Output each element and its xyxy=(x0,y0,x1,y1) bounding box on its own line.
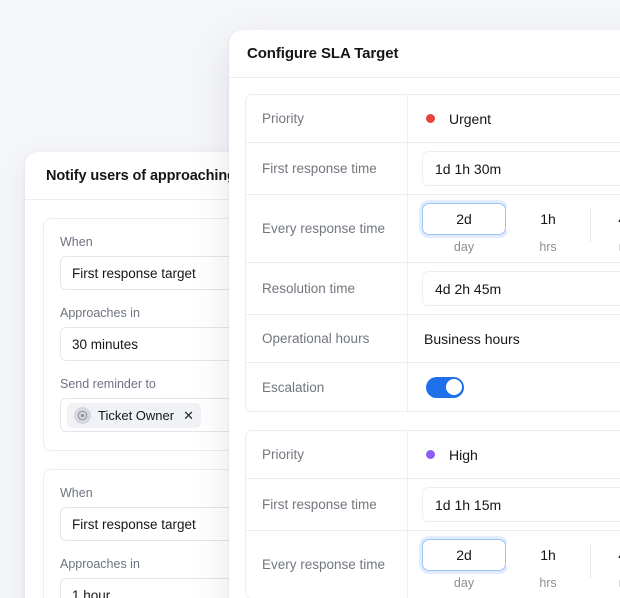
duration-mins-input[interactable]: 45m xyxy=(590,539,620,571)
duration-hours-unit: hrs xyxy=(539,576,557,590)
duration-stepper: 2d day 1h hrs 45m mins xyxy=(422,203,620,254)
sla-card-title: Configure SLA Target xyxy=(247,45,399,62)
when-field: When First response target xyxy=(60,486,240,541)
duration-days-input[interactable]: 2d xyxy=(422,539,506,571)
duration-stepper-hours[interactable]: 1h hrs xyxy=(506,203,590,254)
first-response-time-value-cell: 1d 1h 30m xyxy=(408,143,620,194)
when-label: When xyxy=(60,235,93,249)
priority-value: High xyxy=(449,446,478,463)
sla-row-first-response-time: First response time 1d 1h 30m xyxy=(246,143,620,195)
duration-days-input[interactable]: 2d xyxy=(422,203,506,235)
priority-value-cell[interactable]: Urgent xyxy=(408,95,620,142)
operational-hours-value: Business hours xyxy=(424,330,520,347)
duration-stepper-days[interactable]: 2d day xyxy=(422,203,506,254)
duration-stepper-days[interactable]: 2d day xyxy=(422,539,506,590)
sla-row-escalation: Escalation xyxy=(246,363,620,411)
sla-card-header: Configure SLA Target xyxy=(229,30,620,78)
close-icon[interactable]: ✕ xyxy=(181,409,194,422)
escalation-label: Escalation xyxy=(246,363,408,411)
every-response-time-label: Every response time xyxy=(246,195,408,262)
duration-stepper: 2d day 1h hrs 45m mins xyxy=(422,539,620,590)
first-response-time-input[interactable]: 1d 1h 30m xyxy=(422,151,620,186)
sla-row-every-response-time: Every response time 2d day 1h hrs 45m xyxy=(246,531,620,598)
every-response-time-label: Every response time xyxy=(246,531,408,598)
notify-rule-panel: When First response target Approaches in… xyxy=(43,469,257,598)
when-label: When xyxy=(60,486,93,500)
duration-hours-input[interactable]: 1h xyxy=(506,203,590,235)
sla-row-resolution-time: Resolution time 4d 2h 45m xyxy=(246,263,620,315)
sla-row-first-response-time: First response time 1d 1h 15m xyxy=(246,479,620,531)
resolution-time-value-cell: 4d 2h 45m xyxy=(408,263,620,314)
approaches-in-field: Approaches in 1 hour xyxy=(60,557,240,598)
priority-value: Urgent xyxy=(449,110,492,127)
send-reminder-to-field: Send reminder to Ticket Owner ✕ xyxy=(60,377,240,432)
priority-label: Priority xyxy=(246,95,408,142)
priority-dot-icon xyxy=(426,114,435,123)
approaches-in-select[interactable]: 1 hour xyxy=(60,578,240,598)
every-response-time-value-cell: 2d day 1h hrs 45m mins xyxy=(408,195,620,262)
sla-target-block-high: Priority High First response time 1d 1h … xyxy=(245,430,620,598)
first-response-time-label: First response time xyxy=(246,479,408,530)
operational-hours-value-cell[interactable]: Business hours xyxy=(408,315,620,362)
duration-stepper-hours[interactable]: 1h hrs xyxy=(506,539,590,590)
recipient-chip-label: Ticket Owner xyxy=(98,407,175,423)
duration-days-unit: day xyxy=(453,576,475,590)
escalation-toggle[interactable] xyxy=(426,376,464,398)
when-select[interactable]: First response target xyxy=(60,507,240,541)
duration-days-unit: day xyxy=(453,240,475,254)
duration-stepper-mins[interactable]: 45m mins xyxy=(590,203,620,254)
sla-card-body: Priority Urgent First response time 1d 1… xyxy=(229,78,620,598)
send-reminder-to-input[interactable]: Ticket Owner ✕ xyxy=(60,398,240,432)
recipient-chip[interactable]: Ticket Owner ✕ xyxy=(67,402,201,428)
sla-row-every-response-time: Every response time 2d day 1h hrs 45m xyxy=(246,195,620,263)
configure-sla-target-card: Configure SLA Target Priority Urgent Fir… xyxy=(229,30,620,598)
resolution-time-label: Resolution time xyxy=(246,263,408,314)
approaches-in-label: Approaches in xyxy=(60,557,140,571)
duration-stepper-mins[interactable]: 45m mins xyxy=(590,539,620,590)
sla-row-priority: Priority Urgent xyxy=(246,95,620,143)
sla-row-operational-hours: Operational hours Business hours xyxy=(246,315,620,363)
priority-label: Priority xyxy=(246,431,408,478)
sla-target-block-urgent: Priority Urgent First response time 1d 1… xyxy=(245,94,620,412)
every-response-time-value-cell: 2d day 1h hrs 45m mins xyxy=(408,531,620,598)
first-response-time-value-cell: 1d 1h 15m xyxy=(408,479,620,530)
operational-hours-label: Operational hours xyxy=(246,315,408,362)
priority-dot-icon xyxy=(426,450,435,459)
user-avatar-icon xyxy=(74,406,91,424)
notify-card-title: Notify users of approaching xyxy=(46,167,236,184)
approaches-in-select[interactable]: 30 minutes xyxy=(60,327,240,361)
priority-value-cell[interactable]: High xyxy=(408,431,620,478)
approaches-in-field: Approaches in 30 minutes xyxy=(60,306,240,361)
first-response-time-label: First response time xyxy=(246,143,408,194)
approaches-in-label: Approaches in xyxy=(60,306,140,320)
duration-hours-unit: hrs xyxy=(539,240,557,254)
duration-mins-input[interactable]: 45m xyxy=(590,203,620,235)
send-reminder-to-label: Send reminder to xyxy=(60,377,156,391)
escalation-value-cell xyxy=(408,363,620,411)
when-select[interactable]: First response target xyxy=(60,256,240,290)
first-response-time-input[interactable]: 1d 1h 15m xyxy=(422,487,620,522)
duration-hours-input[interactable]: 1h xyxy=(506,539,590,571)
resolution-time-input[interactable]: 4d 2h 45m xyxy=(422,271,620,306)
notify-rule-panel: When First response target Approaches in… xyxy=(43,218,257,451)
sla-row-priority: Priority High xyxy=(246,431,620,479)
when-field: When First response target xyxy=(60,235,240,290)
